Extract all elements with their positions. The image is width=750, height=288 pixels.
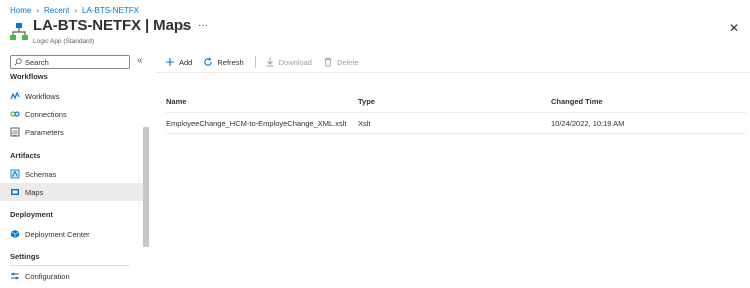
collapse-sidebar-button[interactable]: « bbox=[137, 56, 143, 66]
table-cell-type: Xslt bbox=[358, 119, 371, 128]
maps-icon bbox=[10, 187, 20, 197]
sidebar-item-label: Configuration bbox=[25, 271, 70, 281]
column-header-name[interactable]: Name bbox=[166, 97, 186, 106]
search-box[interactable] bbox=[10, 55, 130, 69]
breadcrumb-home[interactable]: Home bbox=[10, 6, 31, 15]
sidebar-item-label: Maps bbox=[25, 187, 44, 197]
svg-text:@: @ bbox=[12, 131, 18, 137]
sidebar-item-connections[interactable]: Connections bbox=[0, 105, 143, 123]
connections-icon bbox=[10, 109, 20, 119]
sidebar-item-configuration[interactable]: Configuration bbox=[0, 267, 143, 285]
add-label: Add bbox=[179, 57, 193, 67]
sidebar-item-schemas[interactable]: Schemas bbox=[0, 165, 143, 183]
plus-icon bbox=[165, 57, 175, 67]
sidebar-item-label: Schemas bbox=[25, 169, 57, 179]
breadcrumb-recent[interactable]: Recent bbox=[44, 6, 69, 15]
command-bar: Add Refresh Download Delete bbox=[165, 55, 370, 69]
search-input[interactable] bbox=[25, 57, 125, 67]
sidebar-scrollbar[interactable] bbox=[143, 127, 149, 247]
chevron-right-icon: › bbox=[36, 5, 40, 15]
breadcrumb: Home › Recent › LA-BTS-NETFX bbox=[10, 4, 139, 16]
page-subtitle: Logic App (Standard) bbox=[33, 38, 95, 45]
toolbar-divider bbox=[254, 56, 256, 68]
sidebar-item-label: Connections bbox=[25, 109, 67, 119]
column-header-changed-time[interactable]: Changed Time bbox=[551, 97, 603, 106]
sidebar-section-workflows: Workflows bbox=[10, 72, 48, 81]
table-cell-name[interactable]: EmployeeChange_HCM-to-EmployeChange_XML.… bbox=[166, 119, 347, 128]
download-label: Download bbox=[278, 57, 312, 67]
divider bbox=[156, 72, 750, 73]
more-options-button[interactable]: ··· bbox=[198, 20, 208, 31]
sidebar-item-label: Parameters bbox=[25, 127, 64, 137]
delete-button[interactable]: Delete bbox=[323, 57, 359, 67]
divider bbox=[166, 112, 746, 113]
divider bbox=[10, 265, 130, 266]
sidebar-item-parameters[interactable]: @ Parameters bbox=[0, 123, 143, 141]
sidebar-item-workflows[interactable]: Workflows bbox=[0, 87, 143, 105]
configuration-icon bbox=[10, 271, 20, 281]
refresh-button[interactable]: Refresh bbox=[203, 57, 244, 67]
delete-label: Delete bbox=[336, 57, 359, 67]
workflows-icon bbox=[10, 91, 20, 101]
column-header-type[interactable]: Type bbox=[358, 97, 375, 106]
parameters-icon: @ bbox=[10, 127, 20, 137]
page-title: LA-BTS-NETFX | Maps bbox=[33, 17, 192, 34]
star-icon[interactable]: ☆ bbox=[179, 22, 190, 33]
download-button[interactable]: Download bbox=[265, 57, 312, 67]
search-icon bbox=[14, 58, 22, 66]
add-button[interactable]: Add bbox=[165, 57, 192, 67]
trash-icon bbox=[323, 57, 333, 67]
chevron-right-icon: › bbox=[74, 5, 78, 15]
logic-app-icon bbox=[10, 23, 28, 40]
download-icon bbox=[265, 57, 275, 67]
schemas-icon bbox=[10, 169, 20, 179]
deployment-center-icon bbox=[10, 229, 20, 239]
table-row-divider bbox=[166, 133, 746, 134]
sidebar-item-label: Workflows bbox=[25, 91, 60, 101]
sidebar-section-artifacts: Artifacts bbox=[10, 151, 41, 160]
close-button[interactable]: ✕ bbox=[728, 22, 740, 34]
sidebar-section-settings: Settings bbox=[10, 252, 40, 261]
sidebar-item-maps[interactable]: Maps bbox=[0, 183, 143, 201]
breadcrumb-resource[interactable]: LA-BTS-NETFX bbox=[82, 6, 139, 15]
refresh-label: Refresh bbox=[217, 57, 244, 67]
table-cell-changed-time: 10/24/2022, 10:19 AM bbox=[551, 119, 625, 128]
sidebar-section-deployment: Deployment bbox=[10, 210, 53, 219]
sidebar-item-deployment-center[interactable]: Deployment Center bbox=[0, 225, 143, 243]
sidebar-item-label: Deployment Center bbox=[25, 229, 90, 239]
refresh-icon bbox=[203, 57, 213, 67]
